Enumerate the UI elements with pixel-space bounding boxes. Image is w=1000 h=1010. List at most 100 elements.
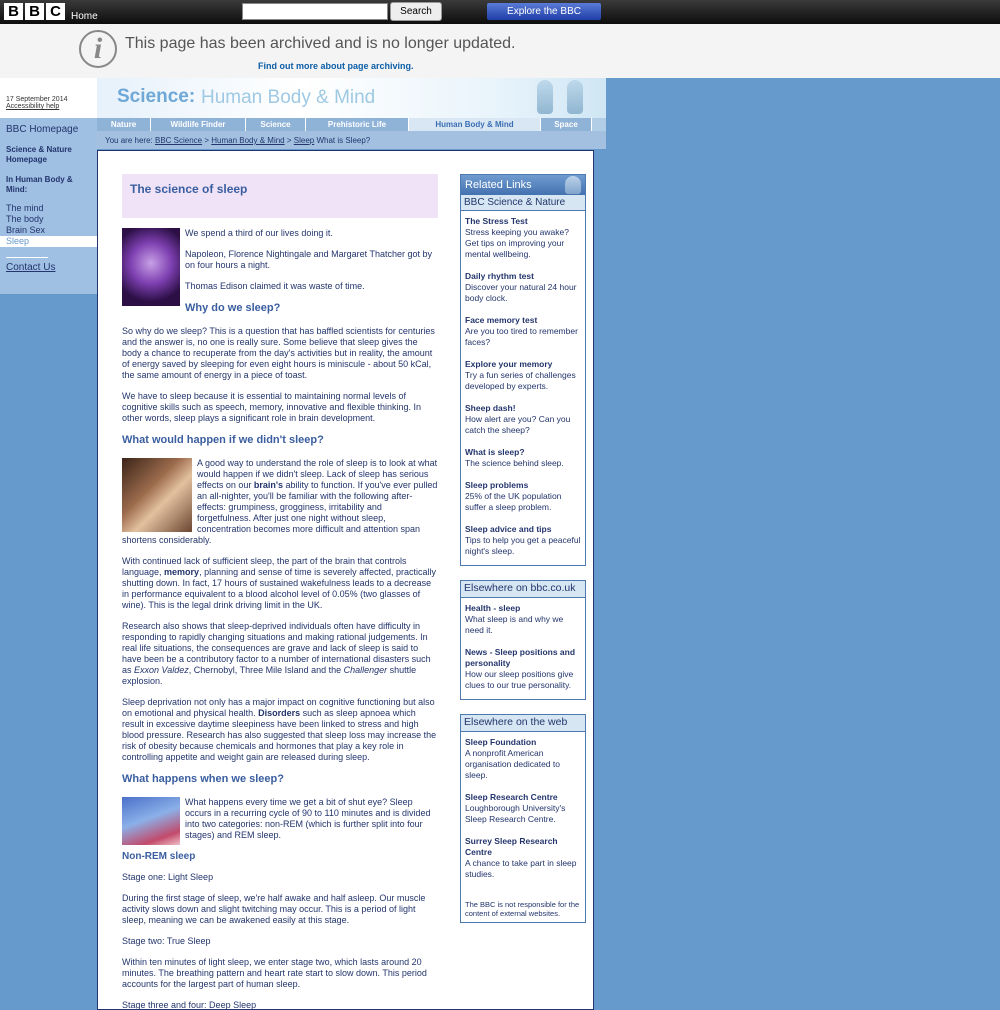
body-figure-icon — [567, 80, 583, 114]
tab-prehistoric-life[interactable]: Prehistoric Life — [306, 118, 409, 131]
web-link[interactable]: Sleep Research Centre — [465, 792, 581, 803]
heading-when-sleep: What happens when we sleep? — [122, 773, 284, 785]
section-header: Science: Human Body & Mind — [97, 78, 606, 118]
tab-nature[interactable]: Nature — [97, 118, 151, 131]
header-section-title: Human Body & Mind — [201, 87, 376, 108]
body-figure-icon — [537, 80, 553, 114]
section-heading: In Human Body & Mind: — [6, 175, 73, 194]
related-links-box: Related Links BBC Science & Nature The S… — [460, 174, 586, 566]
breadcrumb-human-body-mind[interactable]: Human Body & Mind — [211, 136, 284, 145]
web-item: Sleep Research Centre Loughborough Univer… — [465, 792, 581, 825]
nav-item-the-body[interactable]: The body — [0, 214, 97, 225]
heading-didnt-sleep: What would happen if we didn't sleep? — [122, 434, 324, 446]
web-item: Surrey Sleep Research Centre A chance to … — [465, 836, 581, 880]
archive-info-link[interactable]: Find out more about page archiving. — [258, 61, 414, 71]
left-navigation: 17 September 2014 Accessibility help BBC… — [0, 78, 97, 294]
elsewhere-link[interactable]: Health - sleep — [465, 603, 581, 614]
box-subheading: Elsewhere on bbc.co.uk — [461, 581, 585, 598]
date-text: 17 September 2014 — [6, 96, 68, 103]
figure-icon — [565, 176, 581, 194]
article: The science of sleep We spend a third of… — [122, 174, 438, 1010]
content-box: The science of sleep We spend a third of… — [97, 150, 594, 1010]
bbc-logo-letter: B — [25, 3, 44, 20]
heading-non-rem: Non-REM sleep — [122, 851, 196, 862]
related-item: Daily rhythm test Discover your natural 2… — [465, 271, 581, 304]
nav-item-the-mind[interactable]: The mind — [0, 203, 97, 214]
nav-divider — [6, 257, 48, 258]
related-item: Sleep advice and tips Tips to help you ge… — [465, 524, 581, 556]
bbc-logo-letter: C — [46, 3, 65, 20]
elsewhere-link[interactable]: News - Sleep positions and personality — [465, 647, 581, 669]
title-box: The science of sleep — [122, 174, 438, 218]
related-item: What is sleep? The science behind sleep. — [465, 447, 581, 469]
bbc-logo[interactable]: B B C — [4, 3, 65, 20]
science-nature-homepage-link[interactable]: Science & Nature Homepage — [0, 143, 97, 175]
clock-image — [122, 228, 180, 306]
nav-item-sleep[interactable]: Sleep — [0, 236, 97, 247]
breadcrumb: You are here: BBC Science > Human Body &… — [97, 131, 606, 149]
box-heading: Related Links — [461, 175, 585, 195]
related-link[interactable]: Sheep dash! — [465, 403, 581, 414]
related-link[interactable]: Sleep problems — [465, 480, 581, 491]
search-input[interactable] — [242, 3, 388, 20]
tired-man-image — [122, 458, 192, 532]
paragraph: During the first stage of sleep, we're h… — [122, 893, 426, 925]
nav-item-brain-sex[interactable]: Brain Sex — [0, 225, 97, 236]
elsewhere-web-box: Elsewhere on the web Sleep Foundation A n… — [460, 714, 586, 923]
related-link[interactable]: The Stress Test — [465, 216, 581, 227]
related-link[interactable]: Explore your memory — [465, 359, 581, 370]
related-item: Explore your memory Try a fun series of c… — [465, 359, 581, 392]
breadcrumb-sleep[interactable]: Sleep — [294, 136, 314, 145]
stage-label: Stage two: True Sleep — [122, 936, 211, 946]
stage-label: Stage one: Light Sleep — [122, 872, 214, 882]
related-item: The Stress Test Stress keeping you awake?… — [465, 216, 581, 260]
elsewhere-bbc-box: Elsewhere on bbc.co.uk Health - sleep Wha… — [460, 580, 586, 700]
related-link[interactable]: Face memory test — [465, 315, 581, 326]
memory-link[interactable]: memory — [164, 567, 199, 577]
breadcrumb-current: What is Sleep? — [316, 136, 371, 145]
related-link[interactable]: What is sleep? — [465, 447, 581, 458]
elsewhere-item: Health - sleep What sleep is and why we n… — [465, 603, 581, 636]
external-disclaimer: The BBC is not responsible for the conte… — [465, 900, 580, 918]
explore-the-bbc-button[interactable]: Explore the BBC — [487, 3, 601, 20]
web-link[interactable]: Surrey Sleep Research Centre — [465, 836, 581, 858]
tab-space[interactable]: Space — [541, 118, 592, 131]
disorders-link[interactable]: Disorders — [258, 708, 300, 718]
tab-science[interactable]: Science — [246, 118, 306, 131]
paragraph: Within ten minutes of light sleep, we en… — [122, 957, 427, 989]
elsewhere-item: News - Sleep positions and personality Ho… — [465, 647, 581, 691]
contact-us-link[interactable]: Contact Us — [0, 262, 97, 273]
related-item: Sleep problems 25% of the UK population s… — [465, 480, 581, 513]
breadcrumb-prefix: You are here: — [105, 136, 153, 145]
search-button[interactable]: Search — [390, 2, 442, 21]
header-science-title: Science: — [117, 86, 196, 107]
accessibility-help-link[interactable]: Accessibility help — [6, 103, 91, 110]
web-item: Sleep Foundation A nonprofit American org… — [465, 737, 581, 781]
bbc-homepage-link[interactable]: BBC Homepage — [0, 118, 97, 143]
related-item: Face memory test Are you too tired to rem… — [465, 315, 581, 348]
box-subheading: Elsewhere on the web — [461, 715, 585, 732]
tab-wildlife-finder[interactable]: Wildlife Finder — [151, 118, 246, 131]
related-link[interactable]: Sleep advice and tips — [465, 524, 581, 535]
box-subheading: BBC Science & Nature — [461, 195, 585, 211]
stage-label: Stage three and four: Deep Sleep — [122, 1000, 257, 1010]
paragraph: With continued lack of sufficient sleep,… — [122, 556, 437, 610]
page-title: The science of sleep — [130, 182, 248, 196]
section-tabs: Nature Wildlife Finder Science Prehistor… — [97, 118, 606, 131]
archive-banner: i This page has been archived and is no … — [0, 24, 1000, 78]
sidebar: Related Links BBC Science & Nature The S… — [460, 174, 586, 937]
sleeping-child-image — [122, 797, 180, 845]
archive-notice: This page has been archived and is no lo… — [125, 35, 516, 52]
paragraph: Sleep deprivation not only has a major i… — [122, 697, 437, 762]
bbc-logo-letter: B — [4, 3, 23, 20]
related-link[interactable]: Daily rhythm test — [465, 271, 581, 282]
paragraph: So why do we sleep? This is a question t… — [122, 326, 435, 380]
tab-human-body-mind[interactable]: Human Body & Mind — [409, 118, 541, 131]
info-icon: i — [79, 30, 117, 68]
paragraph: Research also shows that sleep-deprived … — [122, 621, 431, 686]
brain-link[interactable]: brain's — [254, 480, 283, 490]
home-link[interactable]: Home — [71, 11, 98, 22]
breadcrumb-bbc-science[interactable]: BBC Science — [155, 136, 202, 145]
web-link[interactable]: Sleep Foundation — [465, 737, 581, 748]
bbc-top-bar: B B C Home Search Explore the BBC — [0, 0, 1000, 24]
